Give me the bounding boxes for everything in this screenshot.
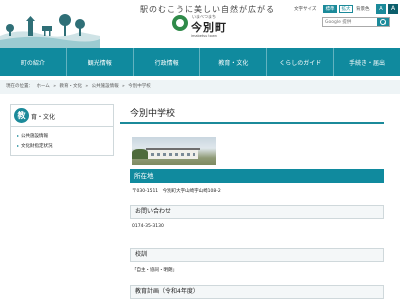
font-std-button[interactable]: 標準	[323, 5, 337, 13]
bg-color-label: 背景色	[356, 7, 370, 12]
site-logo[interactable]: いまべつまち 今別町 imabetsu town	[172, 14, 232, 42]
section-heading-location: 所在地	[130, 169, 384, 183]
breadcrumb-separator: »	[85, 84, 89, 89]
breadcrumb-current: 今別中学校	[128, 84, 151, 89]
text-small-button[interactable]: A	[376, 4, 386, 14]
breadcrumb-home[interactable]: ホーム	[36, 84, 49, 89]
sidebar-item-public-facilities[interactable]: 公共施設情報	[17, 133, 48, 139]
nav-item-tourism[interactable]: 観光情報	[65, 48, 133, 76]
search-icon[interactable]	[377, 18, 389, 26]
sidebar-header: 教 育・文化	[11, 105, 113, 127]
main-content: 今別中学校 所在地 〒030-1511 今別町大字山崎字山崎108-2 お問い合…	[120, 104, 390, 300]
text-large-button[interactable]: A	[388, 4, 398, 14]
logo-name: 今別町	[191, 21, 227, 34]
breadcrumb-separator: »	[53, 84, 57, 89]
town-emblem-icon	[172, 15, 188, 31]
breadcrumb-prefix: 現在の位置：	[6, 84, 33, 89]
font-size-label: 文字サイズ	[294, 7, 317, 12]
nav-item-town-intro[interactable]: 町の紹介	[0, 48, 66, 76]
sidebar-item-cultural-assets[interactable]: 文化財指定状況	[17, 143, 53, 149]
contact-phone: 0174-35-3130	[132, 224, 164, 229]
accessibility-tools: 文字サイズ 標準 拡大 背景色 A A	[292, 4, 400, 16]
sidebar-title: 育・文化	[31, 114, 56, 121]
nav-item-living-guide[interactable]: くらしのガイド	[266, 48, 333, 76]
nav-item-procedures[interactable]: 手続き・届出	[333, 48, 400, 76]
font-large-button[interactable]: 拡大	[339, 5, 353, 13]
motto-text: 「自主・協同・明朗」	[132, 268, 177, 273]
breadcrumb: 現在の位置： ホーム » 教育・文化 » 公共施設情報 » 今別中学校	[0, 80, 400, 94]
sidebar-category-badge: 教	[14, 108, 29, 123]
global-nav: 町の紹介 観光情報 行政情報 教育・文化 くらしのガイド 手続き・届出	[0, 48, 400, 76]
section-heading-contact: お問い合わせ	[130, 205, 384, 219]
search-input[interactable]	[325, 18, 373, 26]
logo-roman: imabetsu town	[191, 34, 218, 38]
nav-item-administration[interactable]: 行政情報	[132, 48, 200, 76]
breadcrumb-separator: »	[122, 84, 125, 89]
section-heading-motto: 校訓	[130, 248, 384, 262]
breadcrumb-education[interactable]: 教育・文化	[59, 84, 82, 89]
sidebar: 教 育・文化 公共施設情報 文化財指定状況	[10, 104, 114, 156]
nav-item-education[interactable]: 教育・文化	[199, 48, 266, 76]
section-heading-plan: 教育計画（令和4年度）	[130, 285, 384, 299]
page-title: 今別中学校	[120, 104, 384, 124]
site-search	[322, 17, 390, 27]
school-photo	[132, 137, 216, 165]
header-illustration	[0, 14, 100, 48]
breadcrumb-facilities[interactable]: 公共施設情報	[92, 84, 119, 89]
location-text: 〒030-1511 今別町大字山崎字山崎108-2	[132, 189, 221, 194]
site-header: 駅のむこうに美しい自然が広がる いまべつまち 今別町 imabetsu town…	[0, 0, 400, 48]
